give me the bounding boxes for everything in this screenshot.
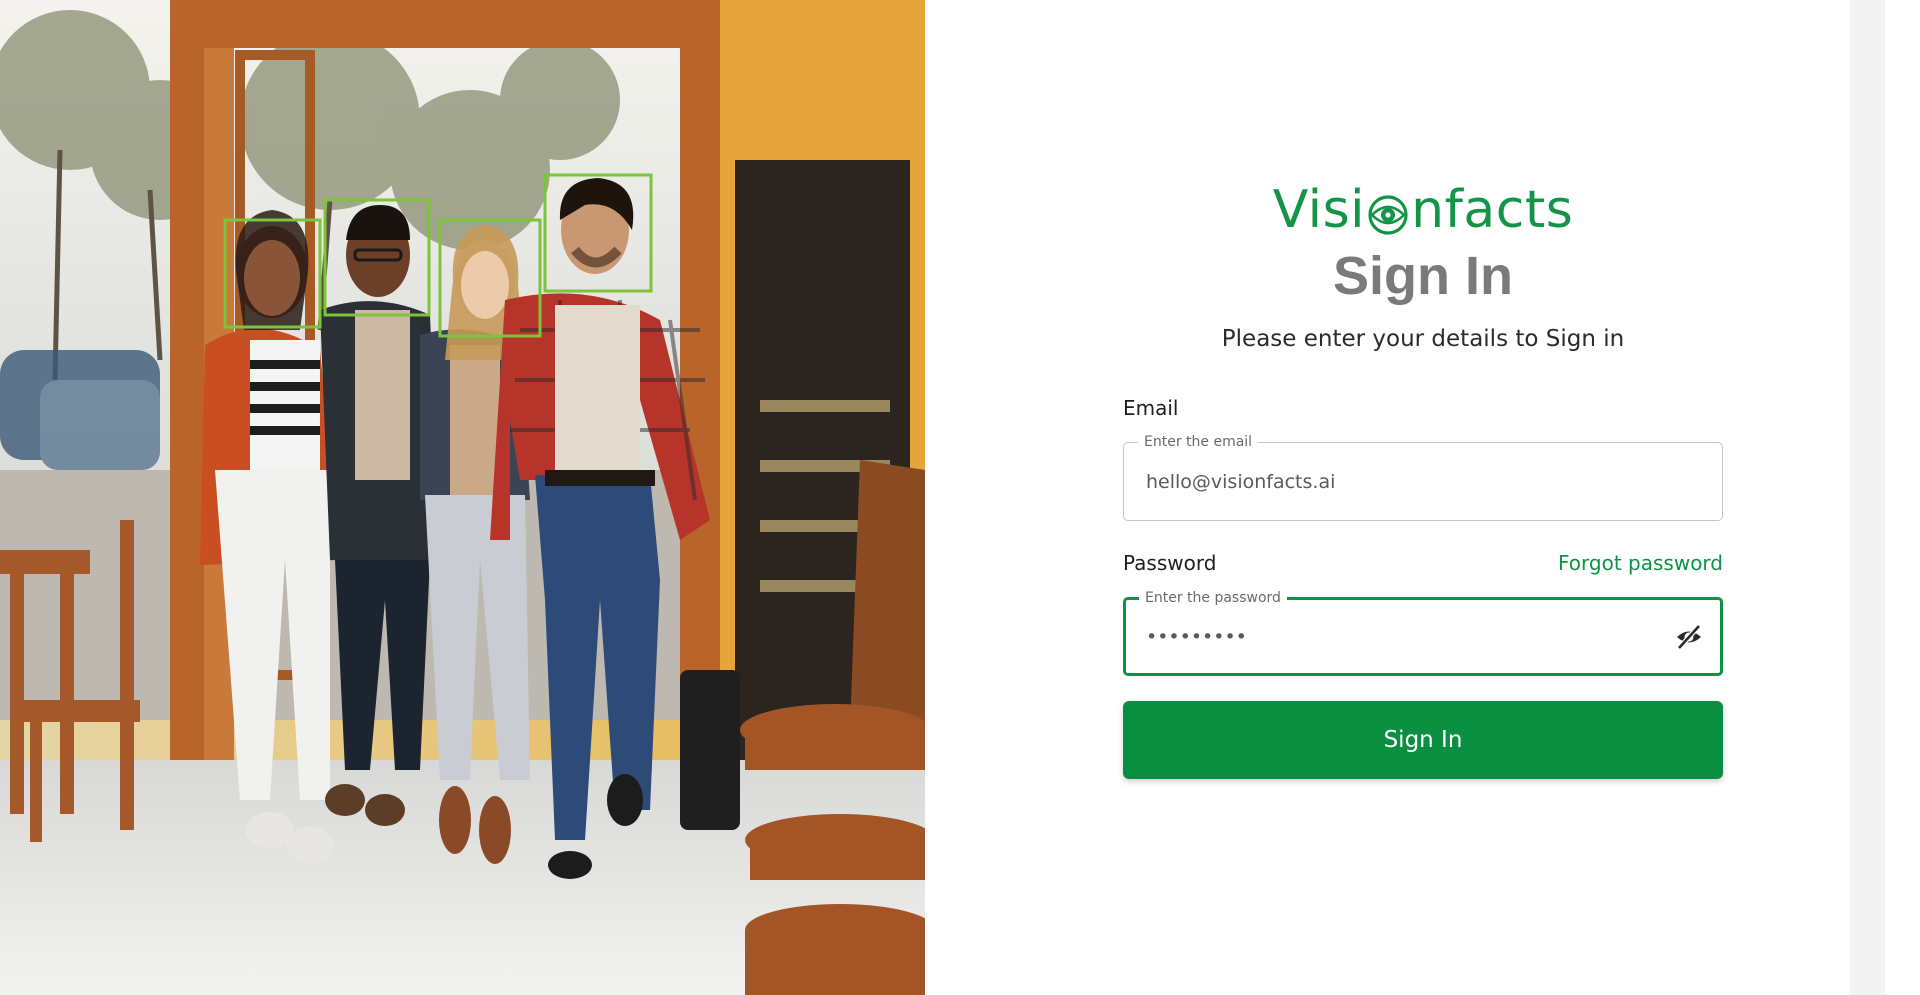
email-label-row: Email xyxy=(1123,394,1723,422)
brand-logo: Visi nfacts xyxy=(1123,180,1723,240)
logo-prefix: Visi xyxy=(1272,180,1366,240)
password-label: Password xyxy=(1123,551,1217,575)
eye-off-icon[interactable] xyxy=(1674,622,1704,652)
email-label: Email xyxy=(1123,396,1179,420)
password-label-row: Password Forgot password xyxy=(1123,549,1723,577)
page-subtitle: Please enter your details to Sign in xyxy=(1221,326,1625,352)
logo-suffix: nfacts xyxy=(1411,180,1574,240)
sign-in-button[interactable]: Sign In xyxy=(1123,701,1723,779)
eye-logo-icon xyxy=(1366,190,1410,235)
password-field-container: Enter the password xyxy=(1123,589,1723,676)
password-input[interactable] xyxy=(1144,600,1664,673)
hero-illustration xyxy=(0,0,925,995)
sign-in-form: Visi nfacts Sign In Please enter your de… xyxy=(1123,180,1723,779)
logo-wordmark: Visi nfacts xyxy=(1273,180,1574,240)
page-title: Sign In xyxy=(1333,246,1513,306)
sign-in-page: Visi nfacts Sign In Please enter your de… xyxy=(0,0,1920,995)
sign-in-panel: Visi nfacts Sign In Please enter your de… xyxy=(925,0,1885,995)
page-scrollbar[interactable] xyxy=(1850,0,1885,995)
hero-photo-panel xyxy=(0,0,925,995)
email-field-container: Enter the email xyxy=(1123,433,1723,521)
email-input[interactable] xyxy=(1144,443,1664,520)
forgot-password-link[interactable]: Forgot password xyxy=(1558,551,1723,575)
